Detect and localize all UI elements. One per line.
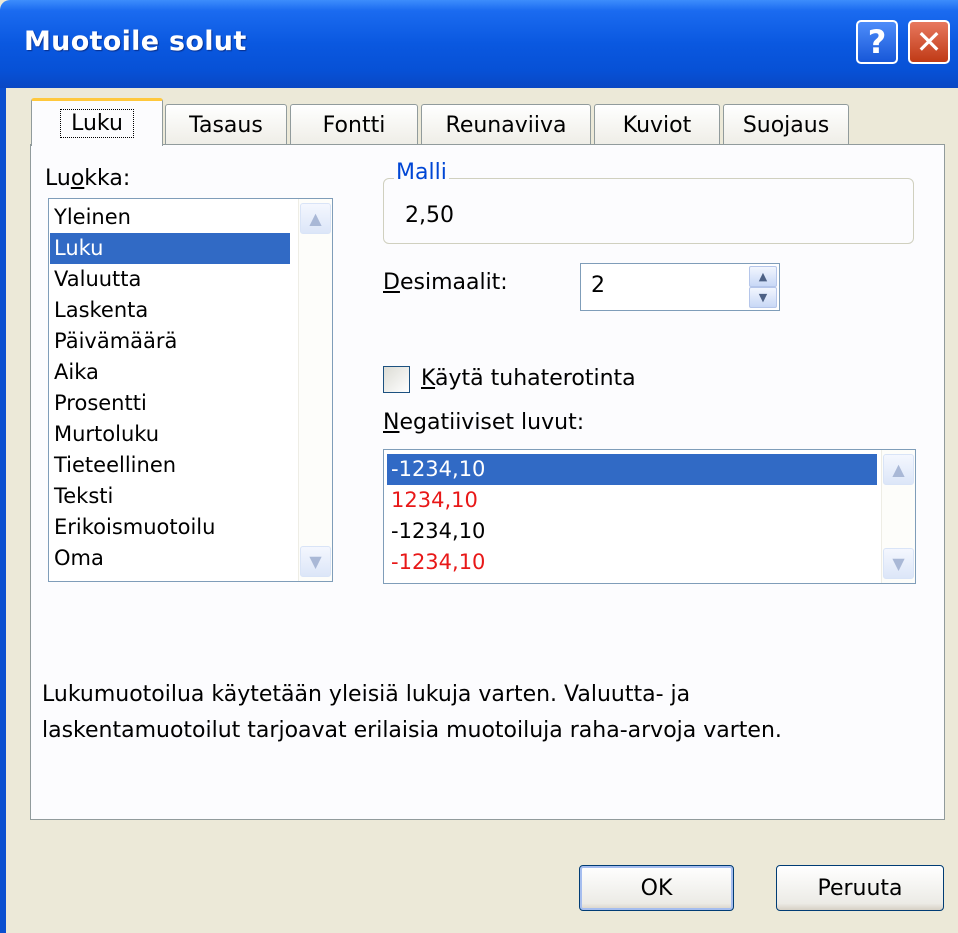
tab-tasaus[interactable]: Tasaus (165, 104, 287, 146)
tab-reunaviiva[interactable]: Reunaviiva (421, 104, 591, 146)
chevron-up-icon: ▲ (309, 209, 322, 228)
format-cells-dialog: Muotoile solut ? ✕ Luku Tasaus Fontti Re… (0, 0, 958, 933)
scroll-up-button[interactable]: ▲ (883, 454, 914, 485)
tab-luku[interactable]: Luku (31, 98, 163, 146)
sample-value: 2,50 (405, 203, 454, 228)
tab-fontti[interactable]: Fontti (290, 104, 418, 146)
list-item[interactable]: Oma (50, 543, 290, 574)
chevron-down-icon: ▼ (309, 552, 322, 571)
list-item[interactable]: Luku (50, 233, 290, 264)
category-label: Luokka: (45, 166, 131, 191)
list-item[interactable]: Laskenta (50, 295, 290, 326)
negative-numbers-listbox[interactable]: -1234,10 1234,10 -1234,10 -1234,10 ▲ ▼ (383, 449, 916, 584)
sample-label: Malli (394, 160, 449, 185)
tab-label: Kuviot (622, 113, 692, 138)
window-border (0, 88, 6, 933)
decrement-button[interactable]: ▼ (749, 287, 777, 308)
list-item[interactable]: Aika (50, 357, 290, 388)
close-icon: ✕ (915, 23, 943, 61)
list-item[interactable]: -1234,10 (387, 516, 877, 547)
dialog-title: Muotoile solut (24, 26, 247, 57)
list-item[interactable]: Murtoluku (50, 419, 290, 450)
chevron-down-icon: ▼ (892, 554, 905, 573)
list-item[interactable]: Tieteellinen (50, 450, 290, 481)
negative-numbers-scrollbar[interactable]: ▲ ▼ (881, 450, 915, 583)
list-item[interactable]: Erikoismuotoilu (50, 512, 290, 543)
tab-suojaus[interactable]: Suojaus (723, 104, 849, 146)
list-item[interactable]: -1234,10 (387, 547, 877, 578)
description-line-1: Lukumuotoilua käytetään yleisiä lukuja v… (42, 682, 691, 707)
tab-label: Tasaus (189, 113, 263, 138)
chevron-up-icon: ▲ (892, 460, 905, 479)
decimals-stepper[interactable]: 2 ▲ ▼ (580, 263, 780, 311)
scroll-up-button[interactable]: ▲ (300, 203, 331, 234)
sample-groupbox (383, 178, 914, 244)
close-button[interactable]: ✕ (908, 20, 950, 64)
tab-label: Reunaviiva (445, 113, 567, 138)
negative-numbers-label: Negatiiviset luvut: (383, 410, 585, 435)
increment-button[interactable]: ▲ (749, 266, 777, 287)
list-item[interactable]: Yleinen (50, 202, 290, 233)
ok-button[interactable]: OK (579, 865, 734, 911)
decimals-label: Desimaalit: (383, 270, 508, 295)
chevron-down-icon: ▼ (758, 291, 768, 304)
help-button[interactable]: ? (856, 20, 898, 64)
thousands-separator-label[interactable]: Käytä tuhaterotinta (421, 366, 636, 391)
scroll-down-button[interactable]: ▼ (300, 546, 331, 577)
list-item[interactable]: -1234,10 (387, 454, 877, 485)
list-item[interactable]: Päivämäärä (50, 326, 290, 357)
tab-kuviot[interactable]: Kuviot (594, 104, 720, 146)
list-item[interactable]: 1234,10 (387, 485, 877, 516)
list-item[interactable]: Teksti (50, 481, 290, 512)
decimals-input[interactable]: 2 (591, 273, 605, 298)
title-bar[interactable]: Muotoile solut ? ✕ (0, 0, 958, 88)
list-item[interactable]: Valuutta (50, 264, 290, 295)
cancel-button[interactable]: Peruuta (776, 865, 944, 911)
category-listbox[interactable]: Yleinen Luku Valuutta Laskenta Päivämäär… (48, 198, 333, 582)
thousands-separator-checkbox[interactable] (383, 366, 410, 393)
category-scrollbar[interactable]: ▲ ▼ (298, 199, 332, 581)
cancel-button-label: Peruuta (817, 875, 903, 901)
help-icon: ? (867, 23, 887, 61)
list-item[interactable]: Prosentti (50, 388, 290, 419)
description-line-2: laskentamuotoilut tarjoavat erilaisia mu… (42, 718, 782, 743)
tab-label: Luku (60, 109, 134, 138)
tab-label: Suojaus (742, 113, 830, 138)
scroll-down-button[interactable]: ▼ (883, 548, 914, 579)
tab-label: Fontti (322, 113, 386, 138)
chevron-up-icon: ▲ (758, 270, 768, 283)
ok-button-label: OK (640, 875, 673, 901)
